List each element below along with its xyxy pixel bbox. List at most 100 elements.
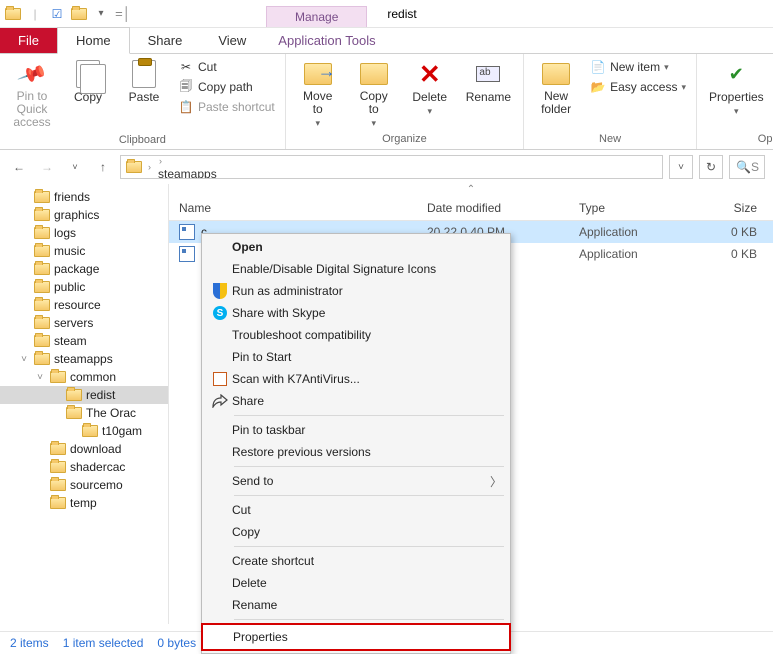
ctx-delete[interactable]: Delete: [202, 572, 510, 594]
folder-tree[interactable]: friendsgraphicslogsmusic package public res…: [0, 184, 168, 624]
tab-share[interactable]: Share: [130, 28, 201, 53]
ctx-scan-k7[interactable]: Scan with K7AntiVirus...: [202, 368, 510, 390]
tree-item-sourcemo[interactable]: sourcemo: [0, 476, 168, 494]
folder-icon: [82, 425, 98, 437]
col-header-name[interactable]: Name: [169, 201, 427, 215]
checkmark-icon: ✔: [729, 64, 744, 85]
ctx-share-skype[interactable]: SShare with Skype: [202, 302, 510, 324]
tree-item-graphics[interactable]: graphics: [0, 206, 168, 224]
ctx-pin-taskbar[interactable]: Pin to taskbar: [202, 419, 510, 441]
paste-button[interactable]: Paste: [120, 58, 168, 106]
ctx-separator: [234, 546, 504, 547]
ctx-share[interactable]: Share: [202, 390, 510, 412]
col-header-size[interactable]: Size: [697, 201, 773, 215]
copy-path-icon: 🗐: [178, 79, 194, 95]
tree-item-steamapps[interactable]: ˅ steamapps: [0, 350, 168, 368]
tree-item-t10gam[interactable]: t10gam: [0, 422, 168, 440]
tree-item-label: package: [54, 262, 99, 276]
ctx-toggle-signature-icons[interactable]: Enable/Disable Digital Signature Icons: [202, 258, 510, 280]
paste-shortcut-button[interactable]: 📋Paste shortcut: [176, 98, 277, 116]
ctx-send-to[interactable]: Send to〉: [202, 470, 510, 492]
nav-back-button[interactable]: ←: [8, 156, 30, 178]
tab-application-tools[interactable]: Application Tools: [264, 28, 389, 53]
tree-item-steam[interactable]: steam: [0, 332, 168, 350]
tree-item-the-orac[interactable]: The Orac: [0, 404, 168, 422]
easy-access-icon: 📂: [590, 79, 606, 95]
ctx-pin-start[interactable]: Pin to Start: [202, 346, 510, 368]
new-item-button[interactable]: 📄New item ▾: [588, 58, 688, 76]
tree-item-label: common: [70, 370, 116, 384]
ctx-cut[interactable]: Cut: [202, 499, 510, 521]
tab-file[interactable]: File: [0, 28, 57, 53]
tab-view[interactable]: View: [200, 28, 264, 53]
share-icon: [208, 394, 232, 408]
address-folder-icon: [125, 158, 143, 176]
qat-overflow[interactable]: =│: [114, 5, 132, 23]
column-headers[interactable]: Name Date modified Type Size: [169, 195, 773, 221]
tree-item-common[interactable]: ˅ common: [0, 368, 168, 386]
chevron-right-icon[interactable]: ›: [145, 162, 154, 172]
properties-button[interactable]: ✔ Properties▾: [705, 58, 768, 119]
tree-item-logs[interactable]: logs: [0, 224, 168, 242]
nav-up-button[interactable]: ↑: [92, 156, 114, 178]
copy-button[interactable]: Copy: [64, 58, 112, 106]
breadcrumb-segment[interactable]: steamapps: [156, 167, 265, 179]
rename-button[interactable]: Rename: [462, 58, 515, 106]
ctx-troubleshoot-compat[interactable]: Troubleshoot compatibility: [202, 324, 510, 346]
ctx-restore-versions[interactable]: Restore previous versions: [202, 441, 510, 463]
search-box[interactable]: 🔍 S: [729, 155, 765, 179]
tab-home[interactable]: Home: [57, 27, 130, 54]
submenu-arrow-icon: 〉: [490, 473, 502, 490]
cut-button[interactable]: ✂Cut: [176, 58, 277, 76]
manage-contextual-tab[interactable]: Manage: [266, 6, 367, 27]
folder-icon: [66, 389, 82, 401]
chevron-down-icon: ▾: [734, 106, 739, 117]
rename-icon: [476, 66, 500, 82]
ribbon: 📌 Pin to Quick access Copy Paste ✂Cut 🗐C…: [0, 54, 773, 150]
ctx-copy[interactable]: Copy: [202, 521, 510, 543]
easy-access-button[interactable]: 📂Easy access ▾: [588, 78, 688, 96]
address-bar[interactable]: › Local Disk (C:)›Program Files (x86)›St…: [120, 155, 663, 179]
qat-checkbox-icon[interactable]: ☑: [48, 5, 66, 23]
tree-item-friends[interactable]: friends: [0, 188, 168, 206]
status-selected-count: 1 item selected: [63, 636, 144, 650]
ctx-rename[interactable]: Rename: [202, 594, 510, 616]
tree-item-label: sourcemo: [70, 478, 123, 492]
delete-button[interactable]: ✕ Delete▾: [406, 58, 454, 119]
pin-to-quick-access-button[interactable]: 📌 Pin to Quick access: [8, 58, 56, 132]
chevron-right-icon[interactable]: ›: [156, 156, 165, 166]
ctx-open[interactable]: Open: [202, 236, 510, 258]
folder-icon: [50, 497, 66, 509]
tree-item-resource[interactable]: resource: [0, 296, 168, 314]
copy-to-button[interactable]: Copy to▾: [350, 58, 398, 131]
tree-item-public[interactable]: public: [0, 278, 168, 296]
tree-item-label: public: [54, 280, 85, 294]
ctx-run-admin[interactable]: Run as administrator: [202, 280, 510, 302]
new-folder-button[interactable]: New folder: [532, 58, 580, 118]
tree-item-servers[interactable]: servers: [0, 314, 168, 332]
tree-item-package[interactable]: package: [0, 260, 168, 278]
quick-access-toolbar: | ☑ ▾ =│: [0, 5, 136, 23]
expand-icon[interactable]: ˅: [18, 354, 30, 365]
tree-item-download[interactable]: download: [0, 440, 168, 458]
tree-item-label: steamapps: [54, 352, 113, 366]
tree-item-label: t10gam: [102, 424, 142, 438]
nav-forward-button[interactable]: →: [36, 156, 58, 178]
expand-icon[interactable]: ˅: [34, 372, 46, 383]
tree-item-redist[interactable]: redist: [0, 386, 168, 404]
tree-item-shadercac[interactable]: shadercac: [0, 458, 168, 476]
tree-item-music[interactable]: music: [0, 242, 168, 260]
qat-dropdown-icon[interactable]: ▾: [92, 5, 110, 23]
tree-item-temp[interactable]: temp: [0, 494, 168, 512]
tree-item-label: shadercac: [70, 460, 125, 474]
nav-dropdown[interactable]: ˅: [669, 155, 693, 179]
col-header-type[interactable]: Type: [579, 201, 697, 215]
col-header-date[interactable]: Date modified: [427, 201, 579, 215]
refresh-button[interactable]: ↻: [699, 155, 723, 179]
copy-path-button[interactable]: 🗐Copy path: [176, 78, 277, 96]
qat-folder-icon[interactable]: [70, 5, 88, 23]
nav-recent-dropdown[interactable]: ˅: [64, 156, 86, 178]
move-to-button[interactable]: → Move to▾: [294, 58, 342, 131]
ctx-properties[interactable]: Properties: [201, 623, 511, 651]
ctx-create-shortcut[interactable]: Create shortcut: [202, 550, 510, 572]
